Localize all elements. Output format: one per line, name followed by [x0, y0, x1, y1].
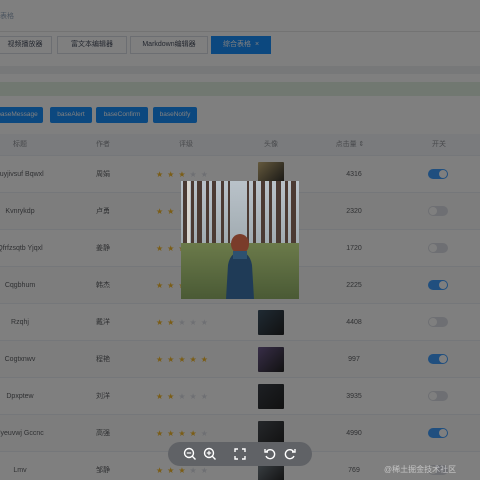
zoom-in-icon[interactable]	[202, 446, 218, 462]
zoom-out-icon[interactable]	[182, 446, 198, 462]
fullscreen-icon[interactable]	[232, 446, 248, 462]
rotate-right-icon[interactable]	[282, 446, 298, 462]
viewer-toolbar	[168, 442, 312, 466]
rotate-left-icon[interactable]	[262, 446, 278, 462]
preview-image	[181, 181, 299, 299]
watermark: @稀土掘金技术社区	[384, 465, 457, 474]
